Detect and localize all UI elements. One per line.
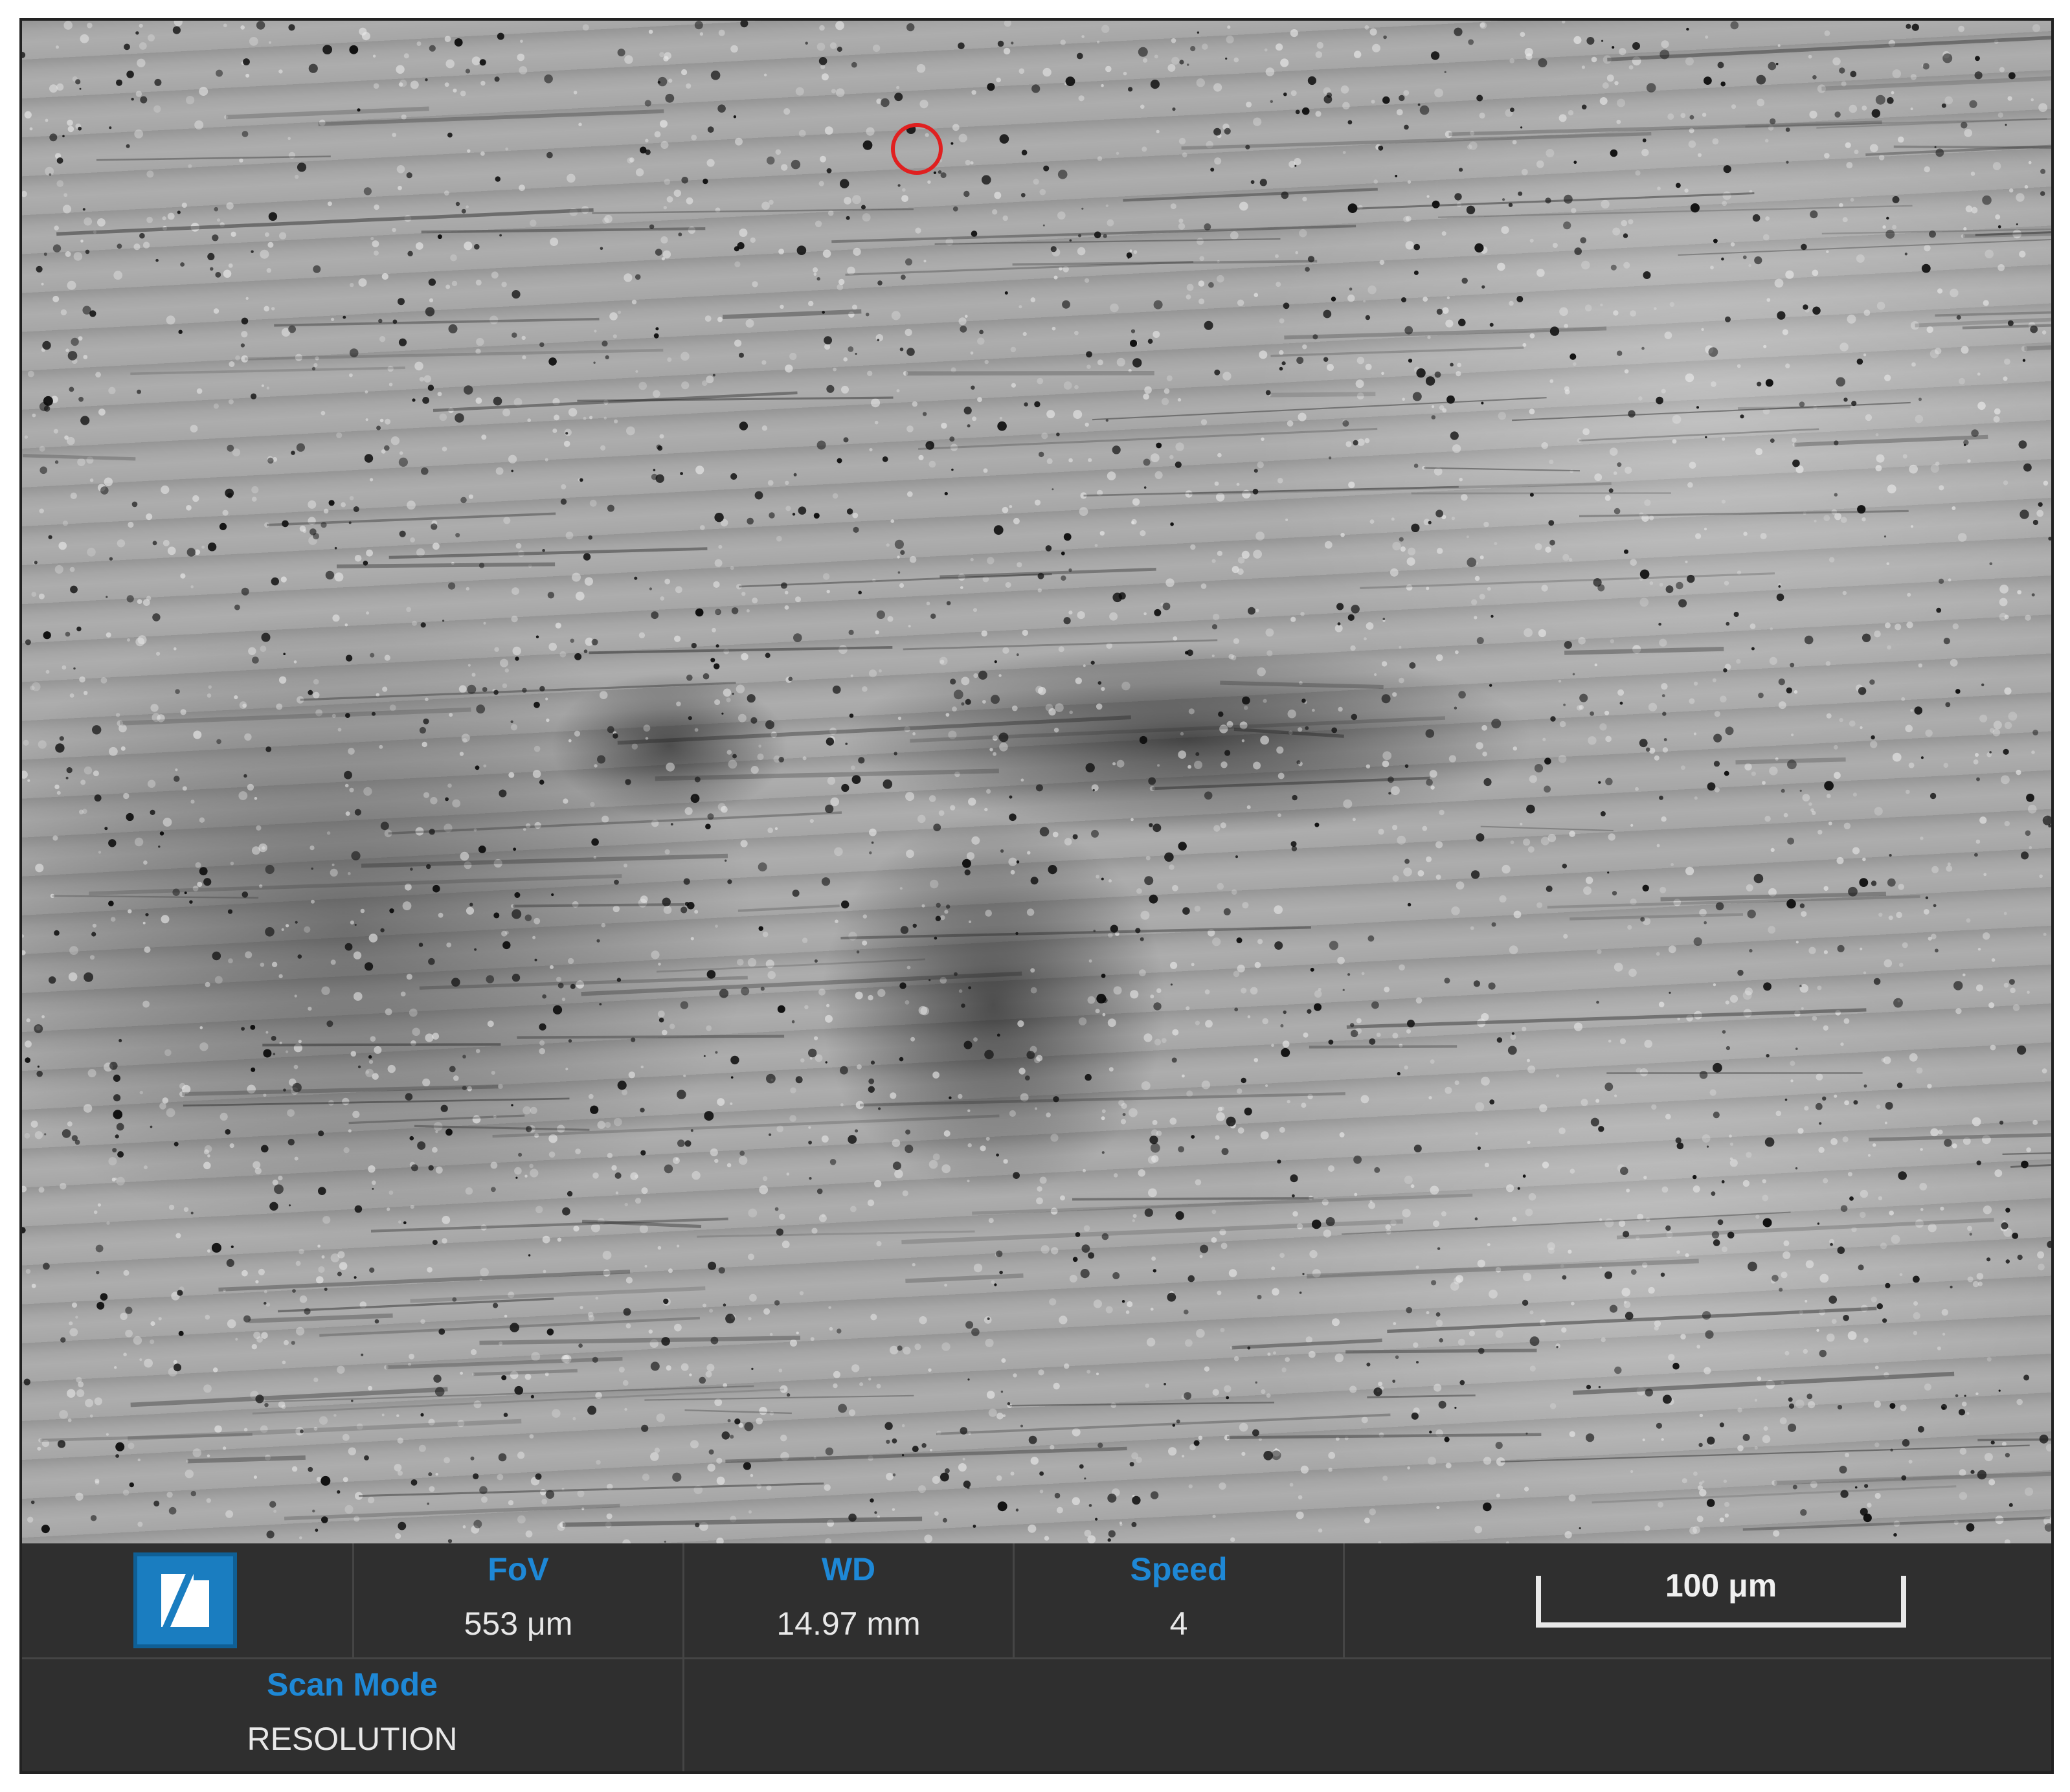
wd-value: 14.97 mm [776, 1606, 921, 1642]
scan-mode-cell: Scan Mode RESOLUTION [22, 1665, 682, 1758]
point-marker-circle[interactable] [891, 123, 943, 175]
scale-bar-tick [1536, 1576, 1541, 1628]
speed-cell: Speed 4 [1015, 1550, 1343, 1643]
scan-mode-label: Scan Mode [267, 1666, 438, 1703]
sem-viewer: FoV 553 μm WD 14.97 mm Speed 4 100 μm Sc… [19, 18, 2054, 1774]
row-divider [22, 1657, 2051, 1659]
wd-label: WD [821, 1551, 876, 1587]
sem-micrograph [22, 21, 2051, 1543]
scale-bar-label: 100 μm [1665, 1567, 1777, 1604]
scale-bar-tick [1901, 1576, 1906, 1628]
surface-texture [22, 21, 2051, 1543]
scale-bar-line [1536, 1622, 1906, 1628]
speed-value: 4 [1169, 1606, 1188, 1642]
scale-bar: 100 μm [1536, 1563, 1906, 1628]
fov-value: 553 μm [464, 1606, 573, 1642]
info-bar: FoV 553 μm WD 14.97 mm Speed 4 100 μm Sc… [22, 1543, 2051, 1771]
speed-label: Speed [1130, 1551, 1228, 1587]
scan-mode-value: RESOLUTION [247, 1721, 458, 1757]
wd-cell: WD 14.97 mm [684, 1550, 1013, 1643]
logo-icon [133, 1552, 237, 1648]
column-divider [1343, 1543, 1345, 1657]
fov-cell: FoV 553 μm [354, 1550, 682, 1643]
fov-label: FoV [488, 1551, 549, 1587]
